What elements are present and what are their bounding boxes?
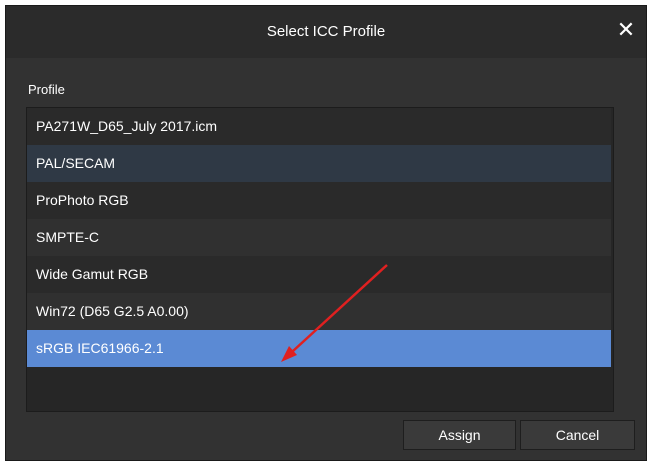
annotation-arrow-icon [281,264,388,362]
